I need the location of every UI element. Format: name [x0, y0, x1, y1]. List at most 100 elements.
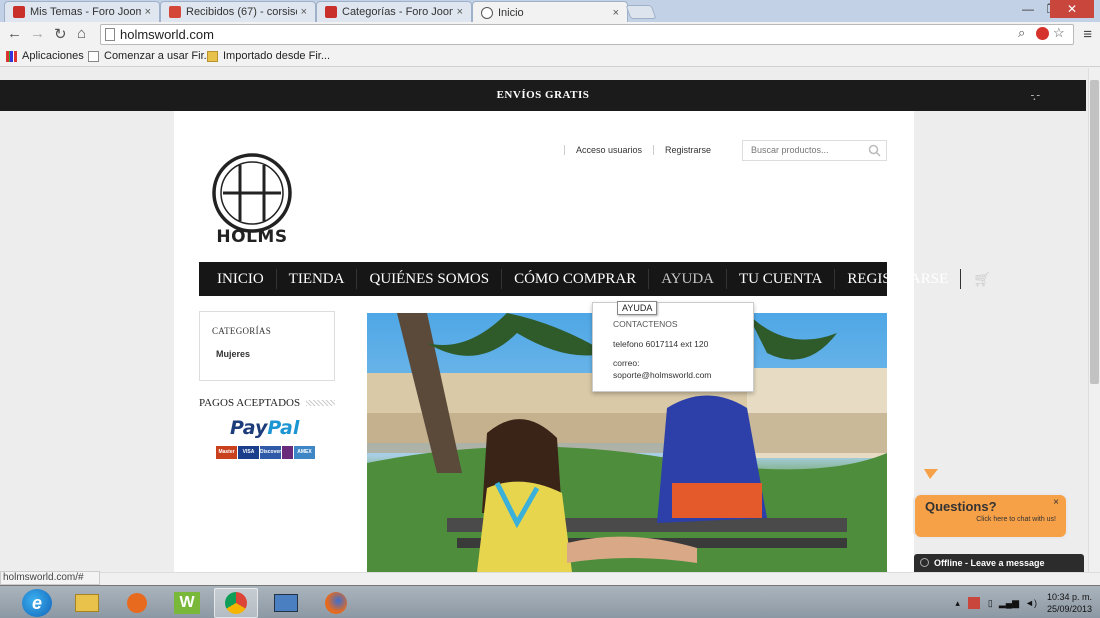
tooltip: AYUDA [617, 301, 658, 315]
tab-title: Categorías - Foro Joomla! [342, 6, 453, 18]
nav-como-comprar[interactable]: CÓMO COMPRAR [502, 269, 650, 289]
browser-tab[interactable]: Recibidos (67) - corsiscom × [160, 1, 316, 22]
clock-date: 25/09/2013 [1046, 604, 1092, 614]
cart-icon[interactable]: 🛒︎ [961, 271, 1003, 288]
tray-app-icon[interactable] [967, 597, 980, 609]
search-placeholder: Buscar productos... [751, 145, 829, 155]
browser-tab[interactable]: Mis Temas - Foro Joomla! × [4, 1, 160, 22]
remote-desktop-icon[interactable] [264, 588, 308, 618]
page-icon [105, 28, 115, 41]
apps-grid-icon [6, 50, 17, 62]
offline-message-bar[interactable]: Offline - Leave a message [914, 554, 1084, 572]
status-url: holmsworld.com/# [0, 571, 100, 585]
tab-title: Mis Temas - Foro Joomla! [30, 6, 141, 18]
category-item[interactable]: Mujeres [216, 349, 322, 359]
categories-heading: CATEGORÍAS [212, 326, 272, 336]
app-icon[interactable] [115, 588, 159, 618]
payments-heading: PAGOS ACEPTADOS [199, 397, 301, 409]
logo-wordmark[interactable]: HOLMS [210, 227, 294, 247]
back-arrow-icon[interactable]: ← [7, 25, 22, 42]
nav-tu-cuenta[interactable]: TU CUENTA [727, 269, 836, 289]
mastercard-icon: Master [216, 446, 237, 459]
volume-icon[interactable]: ◄) [1025, 598, 1037, 608]
chrome-menu-icon[interactable]: ≡ [1083, 26, 1092, 43]
windows-taskbar: e W ▴ ▯ ▂▄▆ ◄) 10:34 p. m. 25/09/2013 [0, 585, 1100, 618]
window-close-button[interactable]: ✕ [1050, 0, 1094, 18]
folder-icon [207, 50, 218, 62]
categories-box: CATEGORÍAS Mujeres [199, 311, 335, 381]
new-tab-button[interactable] [625, 5, 657, 19]
email-block: correo: soporte@holmsworld.com [613, 357, 733, 381]
browser-tab-strip: Mis Temas - Foro Joomla! × Recibidos (67… [0, 0, 1100, 23]
internet-explorer-icon[interactable]: e [22, 589, 52, 617]
menu-toggle-icon[interactable]: -̣- [1031, 80, 1042, 111]
chat-close-icon[interactable]: × [1053, 497, 1059, 508]
main-navigation: INICIO TIENDA QUIÉNES SOMOS CÓMO COMPRAR… [199, 262, 991, 296]
chrome-icon[interactable] [214, 588, 258, 618]
offline-label: Offline - Leave a message [934, 558, 1045, 568]
browser-tab[interactable]: Categorías - Foro Joomla! × [316, 1, 472, 22]
chat-subtitle: Click here to chat with us! [976, 516, 1056, 523]
nav-inicio[interactable]: INICIO [205, 269, 277, 289]
minimize-button[interactable]: — [1018, 0, 1038, 18]
bookmarks-bar: Aplicaciones Comenzar a usar Fir... Impo… [0, 46, 1100, 67]
email-link[interactable]: soporte@holmsworld.com [613, 369, 733, 381]
visa-icon: VISA [238, 446, 259, 459]
network-signal-icon[interactable]: ▂▄▆ [999, 598, 1019, 609]
nav-registrarse[interactable]: REGISTRARSE [835, 269, 962, 289]
firefox-icon[interactable] [314, 588, 358, 618]
joomla-favicon-icon [13, 6, 25, 18]
discover-icon: Discover [260, 446, 281, 459]
battery-icon[interactable]: ▯ [988, 598, 993, 609]
bookmark-star-icon[interactable]: ☆ [1053, 25, 1065, 41]
forward-arrow-icon[interactable]: → [30, 25, 45, 42]
address-bar[interactable]: holmsworld.com [100, 24, 1074, 45]
nav-ayuda[interactable]: AYUDA [649, 269, 728, 289]
paypal-logo: PayPal [230, 417, 299, 439]
file-explorer-icon[interactable] [65, 588, 109, 618]
promo-bar: ENVÍOS GRATIS -̣- [0, 80, 1086, 111]
page-icon [88, 50, 99, 62]
address-url: holmsworld.com [120, 27, 214, 42]
bookmark-item[interactable]: Importado desde Fir... [207, 50, 330, 62]
card-logos: Master VISA Discover AMEX [216, 446, 315, 459]
home-icon[interactable]: ⌂ [77, 25, 86, 42]
chat-title: Questions? [925, 499, 997, 514]
extension-icon[interactable] [1036, 27, 1049, 40]
clock[interactable]: 10:34 p. m. 25/09/2013 [1047, 591, 1092, 615]
gmail-favicon-icon [169, 6, 181, 18]
phone-text: telefono 6017114 ext 120 [613, 339, 709, 349]
dropdown-heading: CONTACTENOS [613, 319, 678, 329]
wamp-icon[interactable]: W [165, 588, 209, 618]
ayuda-dropdown: AYUDA CONTACTENOS telefono 6017114 ext 1… [592, 301, 754, 392]
system-tray: ▴ ▯ ▂▄▆ ◄) 10:34 p. m. 25/09/2013 [955, 588, 1092, 618]
tab-close-icon[interactable]: × [145, 6, 151, 18]
site-favicon-icon [481, 6, 493, 19]
bookmark-label: Importado desde Fir... [223, 50, 330, 62]
nav-tienda[interactable]: TIENDA [277, 269, 358, 289]
chat-widget[interactable]: Questions? Click here to chat with us! × [913, 493, 1068, 539]
promo-text: ENVÍOS GRATIS [496, 89, 590, 101]
product-search-input[interactable]: Buscar productos... [742, 140, 887, 161]
payments-heading-row: PAGOS ACEPTADOS [199, 397, 335, 409]
page-container: HOLMS Acceso usuarios Registrarse Buscar… [174, 111, 991, 572]
browser-toolbar: ← → ↻ ⌂ holmsworld.com ⌕ ☆ ≡ [0, 22, 1100, 46]
register-link[interactable]: Registrarse [653, 145, 722, 155]
bookmark-item[interactable]: Comenzar a usar Fir... [88, 50, 213, 62]
tab-close-icon[interactable]: × [301, 6, 307, 18]
email-label: correo: [613, 358, 640, 368]
nav-quienes-somos[interactable]: QUIÉNES SOMOS [357, 269, 503, 289]
joomla-favicon-icon [325, 6, 337, 18]
horizontal-scrollbar[interactable] [0, 572, 1100, 585]
browser-tab-active[interactable]: Inicio × [472, 1, 628, 23]
scrollbar-thumb[interactable] [1090, 80, 1099, 384]
tab-close-icon[interactable]: × [613, 7, 619, 19]
bookmark-apps[interactable]: Aplicaciones [6, 50, 84, 62]
card-icon [282, 446, 293, 459]
tray-expand-icon[interactable]: ▴ [955, 598, 960, 609]
search-icon[interactable]: ⌕ [1018, 25, 1025, 41]
reload-icon[interactable]: ↻ [54, 25, 67, 43]
login-link[interactable]: Acceso usuarios [564, 145, 653, 155]
tab-close-icon[interactable]: × [457, 6, 463, 18]
search-icon[interactable] [868, 144, 881, 157]
